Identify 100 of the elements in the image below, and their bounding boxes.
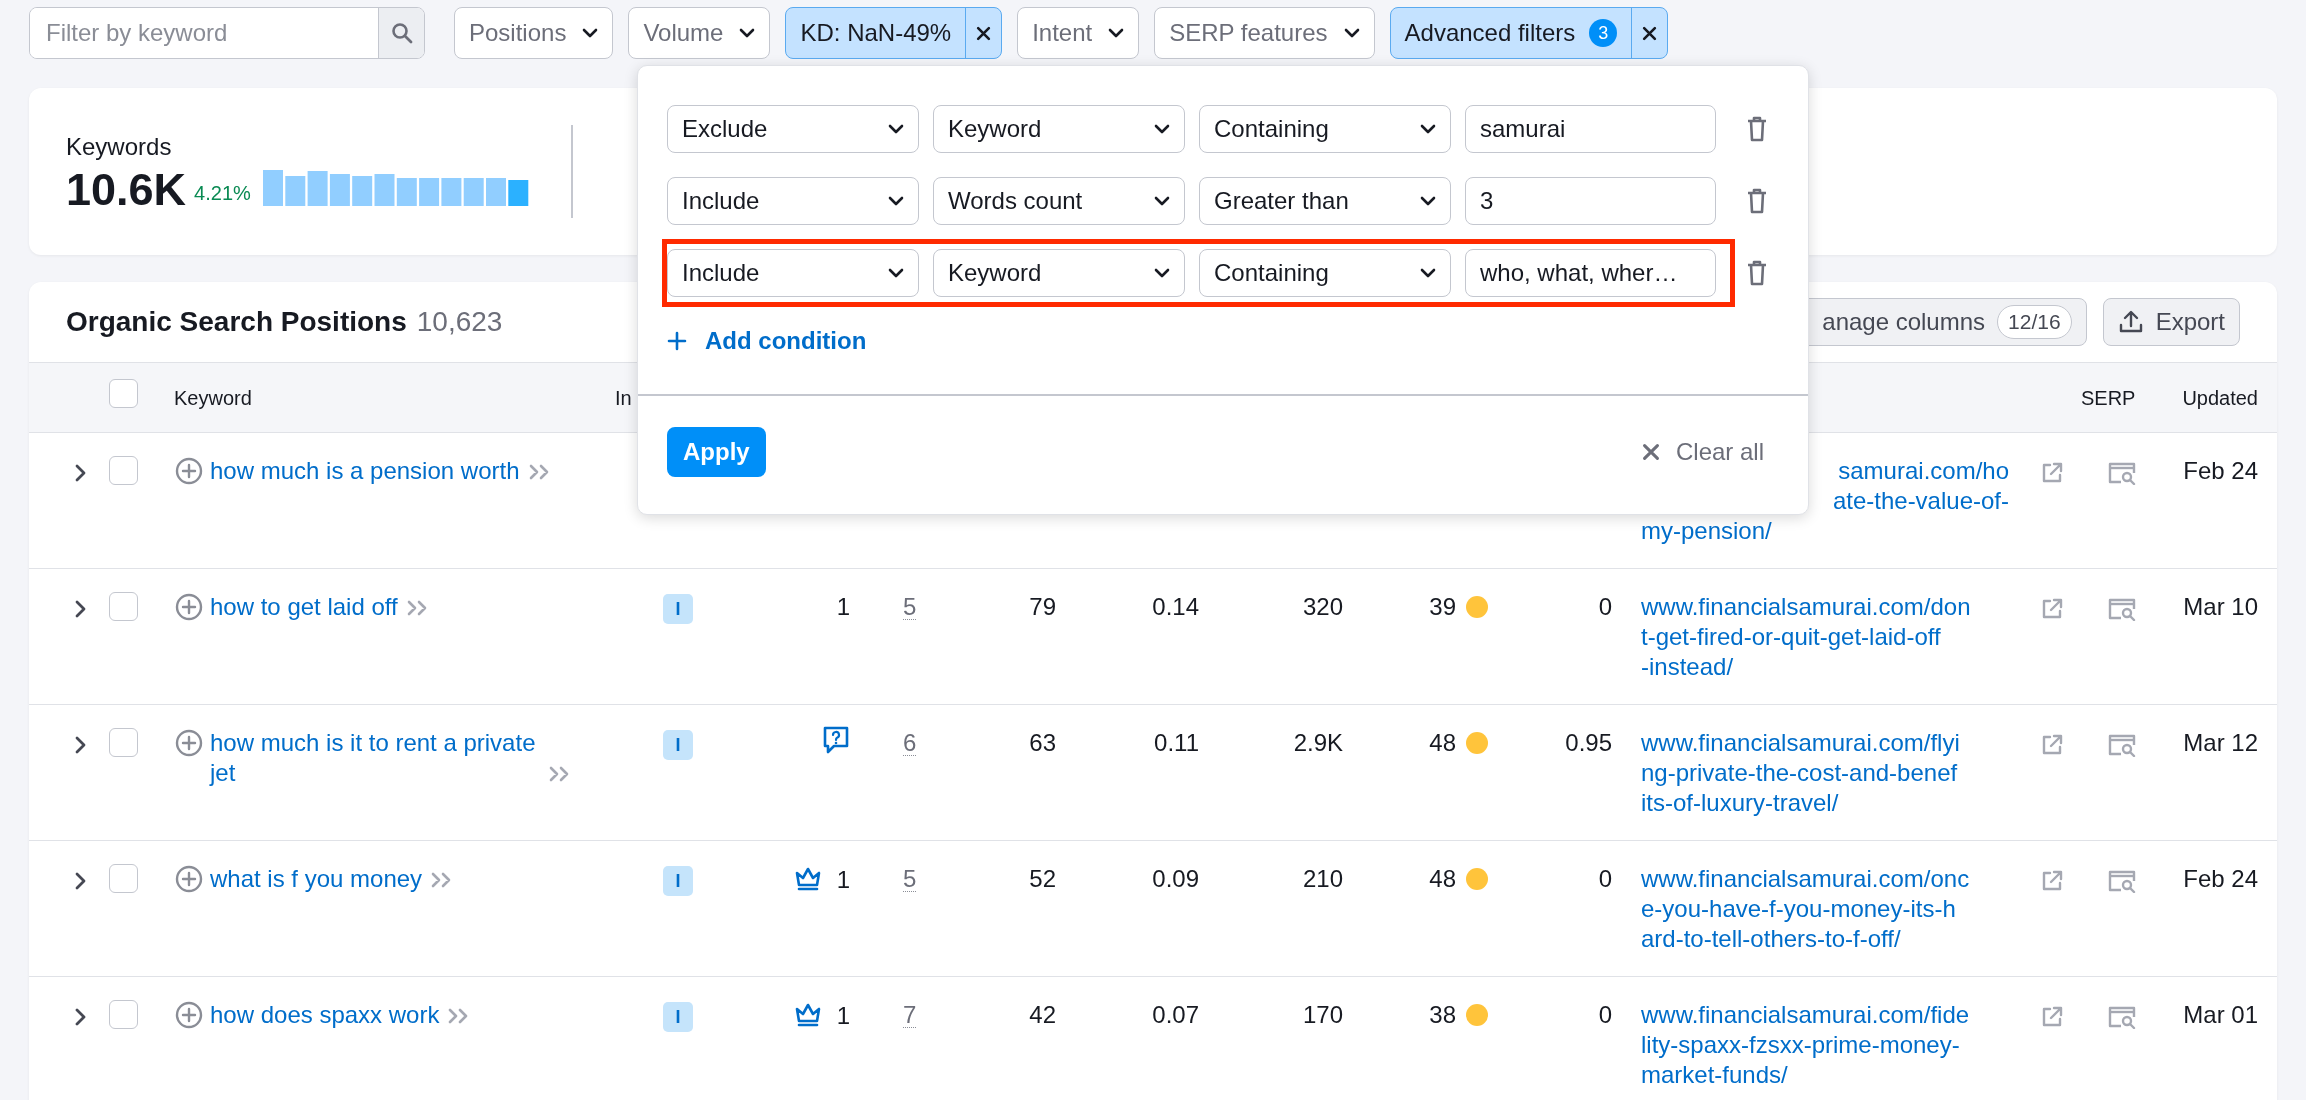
serp-preview-icon[interactable] [2107, 596, 2137, 621]
plus-icon [667, 331, 687, 351]
chevron-down-icon [1420, 268, 1436, 278]
question-bubble-icon [822, 725, 850, 755]
checkbox[interactable] [109, 379, 138, 408]
field-dropdown[interactable]: Keyword [933, 105, 1185, 153]
table-cell: Mar 01 [2183, 1001, 2258, 1028]
table-cell: 48 [1429, 729, 1456, 756]
table-cell: Mar 10 [2183, 593, 2258, 620]
serp-preview-icon[interactable] [2107, 1004, 2137, 1029]
expand-chevron-icon[interactable] [75, 734, 87, 755]
checkbox[interactable] [109, 456, 138, 485]
table-cell: Feb 24 [2183, 457, 2258, 484]
external-link-icon[interactable] [2040, 868, 2064, 893]
chevron-down-icon [1154, 124, 1170, 134]
table-cell: 0.11 [1154, 729, 1199, 756]
filter-button[interactable]: Advanced filters 3 [1390, 8, 1632, 58]
table-cell: 0 [1598, 865, 1612, 892]
expand-chevron-icon[interactable] [75, 462, 87, 483]
add-circle-icon[interactable] [174, 456, 204, 486]
checkbox[interactable] [109, 864, 138, 893]
table-cell: Feb 24 [2183, 865, 2258, 892]
mode-dropdown[interactable]: Include [667, 177, 919, 225]
checkbox[interactable] [109, 1000, 138, 1029]
search-icon [390, 22, 413, 44]
expand-chevron-icon[interactable] [75, 598, 87, 619]
export-button[interactable]: Export [2102, 298, 2240, 346]
external-link-icon[interactable] [2040, 596, 2064, 621]
table-cell: 170 [1302, 1001, 1343, 1028]
url-link[interactable]: www.financialsamurai.com/fide lity-spaxx-fzsxx-prime-money- market-funds/ [1641, 1000, 2029, 1090]
operator-dropdown[interactable]: Greater than [1199, 177, 1451, 225]
field-dropdown[interactable]: Keyword [933, 249, 1185, 297]
field-dropdown[interactable]: Words count [933, 177, 1185, 225]
keyword-link[interactable]: what is f you money [210, 864, 423, 894]
url-link[interactable]: www.financialsamurai.com/don t-get-fired-or-quit-get-laid-off -instead/ [1641, 592, 2029, 682]
add-circle-icon[interactable] [174, 592, 204, 622]
filter-dropdown[interactable]: Positions [454, 7, 614, 59]
value-field[interactable]: 3 [1465, 177, 1716, 225]
intent-badge: I [663, 866, 693, 896]
table-cell: 320 [1302, 593, 1343, 620]
add-circle-icon[interactable] [174, 1000, 204, 1030]
chevron-down-icon [888, 196, 904, 206]
filter-dropdown[interactable]: Intent [1017, 7, 1140, 59]
keyword-link[interactable]: how to get laid off [210, 592, 398, 622]
table-cell: 52 [1029, 865, 1056, 892]
chevron-down-icon [582, 28, 599, 38]
filter-dropdown[interactable]: Volume [628, 7, 771, 59]
filter-button[interactable]: KD: NaN-49% [786, 8, 966, 58]
operator-dropdown[interactable]: Containing [1199, 249, 1451, 297]
expand-chevron-icon[interactable] [75, 870, 87, 891]
search-field[interactable]: Filter by keyword [29, 7, 425, 59]
add-circle-icon[interactable] [174, 728, 204, 758]
value-field[interactable]: samurai [1465, 105, 1716, 153]
close-icon[interactable] [976, 25, 992, 41]
table-cell: 42 [1029, 1001, 1056, 1028]
filter-dropdown[interactable]: SERP features [1154, 7, 1375, 59]
url-link[interactable]: www.financialsamurai.com/onc e-you-have-f-you-money-its-h ard-to-tell-others-to-f-off/ [1641, 864, 2029, 954]
keyword-link[interactable]: how much is it to rent a private jet [210, 728, 540, 788]
mode-dropdown[interactable]: Exclude [667, 105, 919, 153]
keyword-link[interactable]: how much is a pension worth [210, 456, 520, 486]
table-title: Organic Search Positions [66, 305, 407, 339]
count-link[interactable]: 7 [903, 1003, 917, 1028]
checkbox[interactable] [109, 728, 138, 757]
chevron-down-icon [1154, 196, 1170, 206]
count-link[interactable]: 6 [903, 731, 917, 756]
serp-preview-icon[interactable] [2107, 868, 2137, 893]
clear-all-button[interactable]: Clear all [1641, 434, 1764, 470]
table-cell: 210 [1302, 865, 1343, 892]
table-cell: 0.09 [1152, 865, 1199, 892]
table-cell: 79 [1029, 593, 1056, 620]
external-link-icon[interactable] [2040, 1004, 2064, 1029]
external-link-icon[interactable] [2040, 460, 2064, 485]
add-circle-icon[interactable] [174, 864, 204, 894]
external-link-icon[interactable] [2040, 732, 2064, 757]
search-button[interactable] [378, 8, 424, 58]
url-link[interactable]: www.financialsamurai.com/flyi ng-private-the-cost-and-benef its-of-luxury-travel/ [1641, 728, 2029, 818]
table-cell: 63 [1029, 729, 1056, 756]
table-cell: 0.14 [1152, 593, 1199, 620]
add-condition-button[interactable]: Add condition [667, 321, 867, 361]
keyword-link[interactable]: how does spaxx work [210, 1000, 440, 1030]
serp-preview-icon[interactable] [2107, 732, 2137, 757]
table-cell: 1 [836, 593, 850, 620]
intent-badge: I [663, 1002, 693, 1032]
count-link[interactable]: 5 [903, 867, 917, 892]
serp-preview-icon[interactable] [2107, 460, 2137, 485]
close-icon[interactable] [1642, 25, 1658, 41]
count-badge: 3 [1589, 19, 1618, 47]
trash-icon[interactable] [1746, 115, 1768, 143]
mode-dropdown[interactable]: Include [667, 249, 919, 297]
operator-dropdown[interactable]: Containing [1199, 105, 1451, 153]
count-badge: 12/16 [1997, 305, 2072, 339]
expand-chevron-icon[interactable] [75, 1006, 87, 1027]
checkbox[interactable] [109, 592, 138, 621]
count-link[interactable]: 5 [903, 595, 917, 620]
apply-button[interactable]: Apply [667, 427, 766, 477]
value-field[interactable]: who, what, wher… [1465, 249, 1716, 297]
trash-icon[interactable] [1746, 187, 1768, 215]
table-cell: 0 [1598, 593, 1612, 620]
trash-icon[interactable] [1746, 259, 1768, 287]
chevron-down-icon [1154, 268, 1170, 278]
